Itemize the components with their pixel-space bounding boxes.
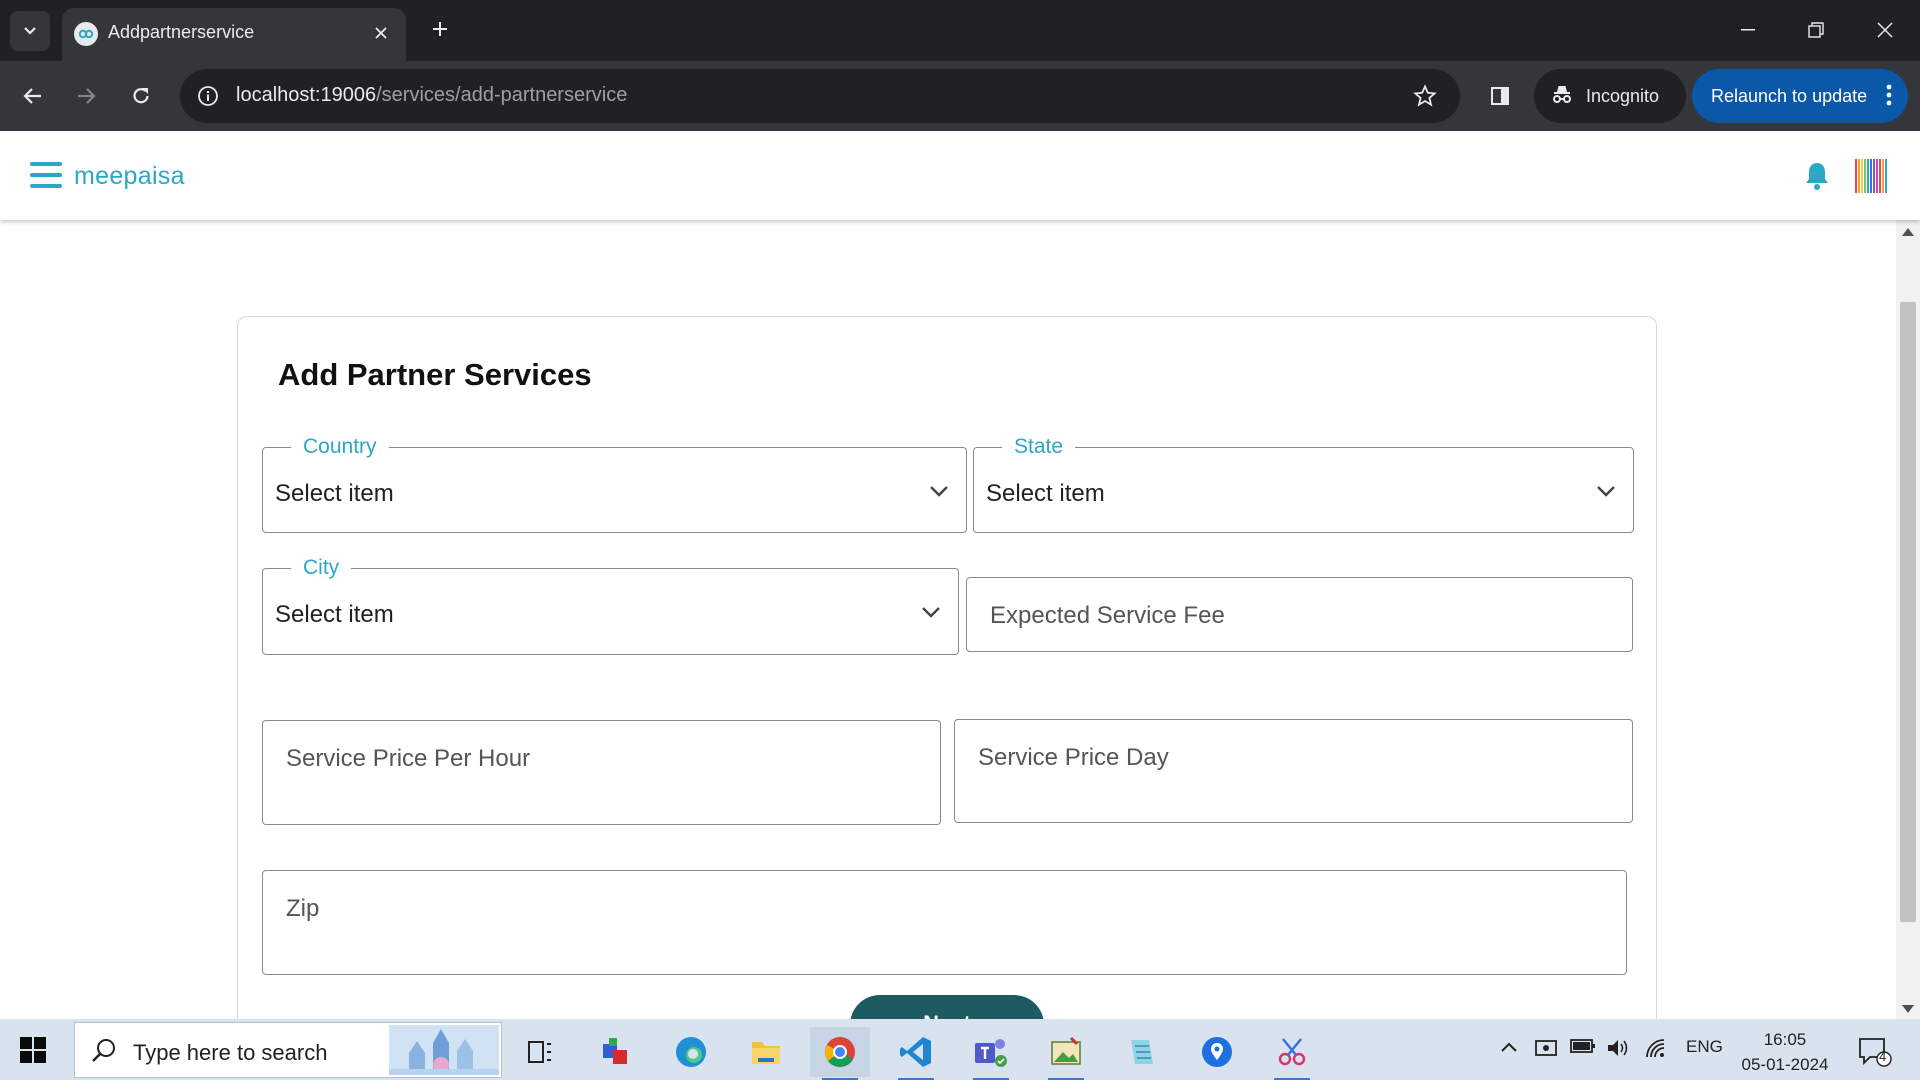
edge-browser-icon[interactable]: [661, 1027, 721, 1077]
chevron-down-icon: [922, 607, 940, 618]
side-panel-icon[interactable]: [1481, 77, 1519, 115]
language-indicator[interactable]: ENG: [1686, 1037, 1723, 1057]
incognito-icon: [1553, 86, 1571, 103]
city-value: Select item: [275, 601, 394, 628]
task-view-icon[interactable]: [510, 1027, 570, 1077]
app-header: meepaisa: [0, 131, 1920, 220]
minimize-icon[interactable]: [1723, 10, 1773, 50]
next-button[interactable]: Next: [850, 995, 1044, 1019]
battery-icon[interactable]: [1570, 1037, 1596, 1055]
service-price-per-hour-placeholder: Service Price Per Hour: [286, 745, 531, 772]
scroll-up-arrow-icon[interactable]: [1902, 228, 1914, 236]
clock-time: 16:05: [1763, 1030, 1807, 1049]
back-arrow-icon[interactable]: [14, 77, 52, 115]
url-path: /services/add-partnerservice: [376, 84, 628, 106]
avatar[interactable]: [1855, 157, 1887, 195]
chevron-down-icon: [1597, 486, 1615, 497]
chevron-down-icon: [24, 27, 36, 35]
browser-toolbar: localhost:19006/services/add-partnerserv…: [0, 61, 1920, 131]
page-content: Add Partner Services Country Select item…: [0, 220, 1896, 1019]
state-value: Select item: [986, 480, 1105, 507]
hamburger-menu-icon[interactable]: [30, 162, 64, 190]
url-host: localhost:19006: [236, 84, 377, 106]
vscode-icon[interactable]: [886, 1027, 946, 1080]
chevron-up-icon[interactable]: [1500, 1041, 1518, 1053]
city-select[interactable]: City Select item: [262, 556, 959, 655]
taskbar-search-box[interactable]: Type here to search: [74, 1022, 502, 1078]
chevron-down-icon: [930, 486, 948, 497]
bell-icon[interactable]: [1804, 161, 1830, 191]
snipping-tool-icon[interactable]: [1262, 1027, 1322, 1080]
tab-search-button[interactable]: [10, 11, 50, 51]
tab-title: Addpartnerservice: [108, 22, 255, 42]
meet-now-icon[interactable]: [1534, 1037, 1558, 1059]
tab-close-icon[interactable]: [368, 20, 394, 46]
incognito-label: Incognito: [1586, 86, 1660, 106]
teams-icon[interactable]: [961, 1027, 1021, 1080]
address-bar[interactable]: localhost:19006/services/add-partnerserv…: [180, 69, 1460, 123]
reload-icon[interactable]: [122, 77, 160, 115]
country-value: Select item: [275, 480, 394, 507]
clock-date: 05-01-2024: [1741, 1055, 1829, 1074]
zip-input[interactable]: Zip: [262, 870, 1627, 975]
windows-taskbar: Type here to search ENG 16:05 05-01-2024…: [0, 1019, 1920, 1080]
volume-icon[interactable]: [1606, 1037, 1630, 1059]
expected-service-fee-placeholder: Expected Service Fee: [990, 602, 1225, 629]
notification-count: 4: [1879, 1049, 1887, 1064]
scroll-down-arrow-icon[interactable]: [1902, 1005, 1914, 1013]
page-title: Add Partner Services: [278, 357, 592, 392]
new-tab-plus-icon[interactable]: [423, 12, 457, 46]
notification-center-icon[interactable]: 4: [1858, 1037, 1892, 1072]
system-clock[interactable]: 16:05 05-01-2024: [1740, 1027, 1830, 1077]
page-scrollbar[interactable]: [1896, 220, 1920, 1019]
site-info-icon[interactable]: [192, 80, 224, 112]
url-text: localhost:19006/services/add-partnerserv…: [236, 84, 627, 107]
file-explorer-icon[interactable]: [736, 1027, 796, 1077]
notepad-icon[interactable]: [1111, 1027, 1171, 1077]
scrollbar-thumb[interactable]: [1900, 302, 1916, 922]
service-price-per-hour-input[interactable]: Service Price Per Hour: [262, 720, 941, 825]
brand-name[interactable]: meepaisa: [74, 162, 185, 191]
forward-arrow-icon[interactable]: [67, 77, 105, 115]
incognito-indicator[interactable]: Incognito: [1534, 69, 1686, 123]
zip-placeholder: Zip: [286, 895, 320, 922]
windows-start-icon[interactable]: [20, 1037, 46, 1063]
browser-tabbar: Addpartnerservice: [0, 0, 1920, 61]
state-select[interactable]: State Select item: [973, 435, 1634, 533]
search-highlight-illustration-icon: [389, 1025, 499, 1075]
country-select[interactable]: Country Select item: [262, 435, 967, 533]
search-icon: [92, 1039, 115, 1062]
restore-icon[interactable]: [1791, 10, 1841, 50]
bookmark-star-icon[interactable]: [1410, 81, 1440, 111]
state-label: State: [1002, 435, 1076, 459]
relaunch-button[interactable]: Relaunch to update: [1692, 69, 1908, 123]
app-installer-icon[interactable]: [586, 1027, 646, 1077]
relaunch-label: Relaunch to update: [1711, 86, 1868, 106]
taskbar-search-placeholder: Type here to search: [133, 1040, 328, 1065]
app-favicon-icon: [74, 22, 98, 46]
more-vert-icon: [1886, 84, 1892, 106]
service-price-day-input[interactable]: Service Price Day: [954, 719, 1633, 823]
close-window-icon[interactable]: [1860, 10, 1910, 50]
country-label: Country: [291, 435, 389, 459]
city-label: City: [291, 556, 352, 580]
browser-tab[interactable]: Addpartnerservice: [62, 8, 406, 61]
photo-editor-icon[interactable]: [1036, 1027, 1096, 1080]
add-partner-services-card: Add Partner Services Country Select item…: [237, 316, 1657, 1019]
wifi-icon[interactable]: [1644, 1037, 1668, 1059]
maps-pin-icon[interactable]: [1187, 1027, 1247, 1077]
service-price-day-placeholder: Service Price Day: [978, 744, 1169, 771]
chrome-browser-icon[interactable]: [810, 1027, 870, 1080]
expected-service-fee-input[interactable]: Expected Service Fee: [966, 577, 1633, 652]
